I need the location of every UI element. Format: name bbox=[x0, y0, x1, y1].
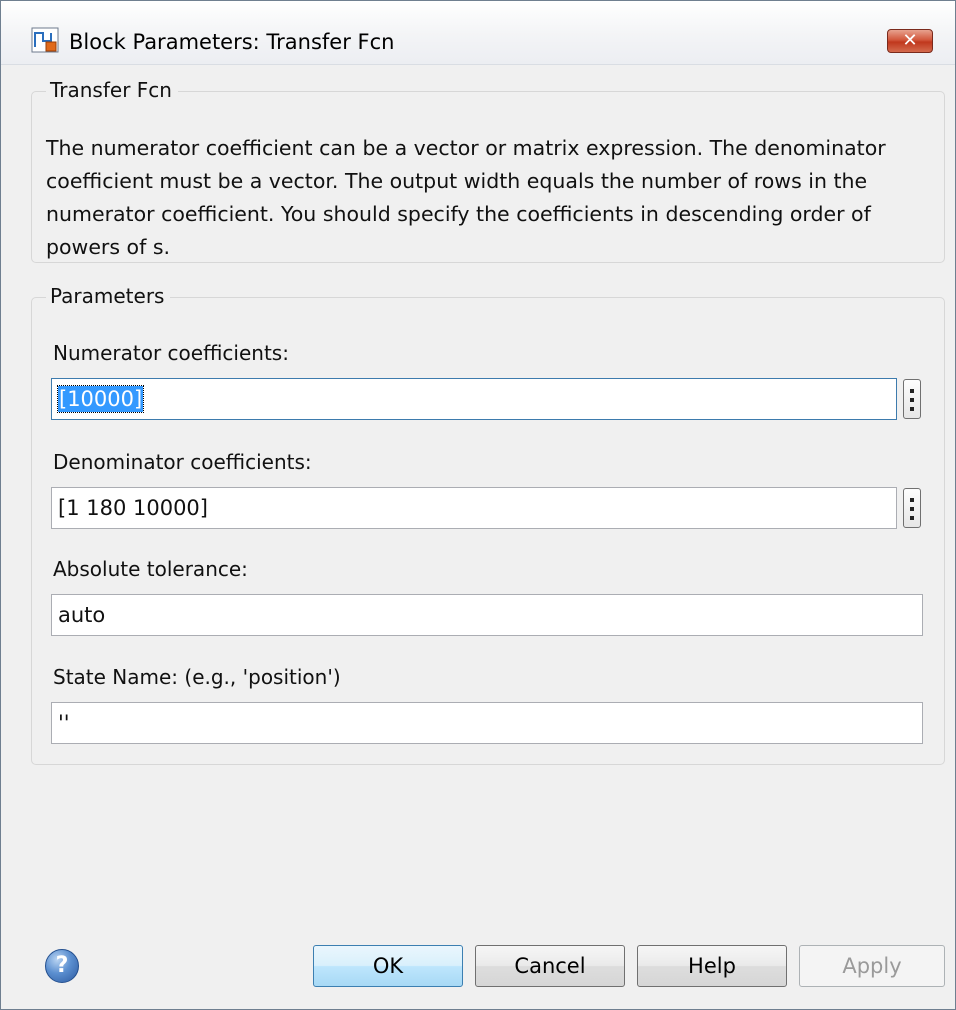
block-group-legend: Transfer Fcn bbox=[46, 78, 178, 102]
numerator-input[interactable]: [10000] bbox=[51, 378, 897, 420]
dialog-window: Block Parameters: Transfer Fcn ✕ Transfe… bbox=[0, 0, 956, 1010]
block-description-group: Transfer Fcn The numerator coefficient c… bbox=[31, 78, 945, 263]
state-name-input[interactable]: '' bbox=[51, 702, 923, 744]
title-bar[interactable]: Block Parameters: Transfer Fcn ✕ bbox=[1, 1, 955, 65]
help-icon[interactable]: ? bbox=[45, 949, 79, 983]
parameters-group: Parameters bbox=[31, 284, 945, 765]
question-circle-icon: ? bbox=[55, 953, 69, 978]
abs-tolerance-input[interactable]: auto bbox=[51, 594, 923, 636]
simulink-block-icon bbox=[31, 27, 59, 53]
window-title: Block Parameters: Transfer Fcn bbox=[69, 30, 395, 54]
block-description: The numerator coefficient can be a vecto… bbox=[46, 136, 886, 259]
denominator-input[interactable]: [1 180 10000] bbox=[51, 487, 897, 529]
denominator-label: Denominator coefficients: bbox=[53, 450, 312, 474]
ok-button[interactable]: OK bbox=[313, 945, 463, 987]
close-icon: ✕ bbox=[902, 30, 918, 51]
numerator-label: Numerator coefficients: bbox=[53, 341, 289, 365]
help-button[interactable]: Help bbox=[637, 945, 787, 987]
cancel-button[interactable]: Cancel bbox=[475, 945, 625, 987]
abs-tolerance-label: Absolute tolerance: bbox=[53, 557, 248, 581]
apply-button[interactable]: Apply bbox=[799, 945, 945, 987]
numerator-more-button[interactable] bbox=[903, 379, 921, 419]
numerator-selected-text: [10000] bbox=[56, 385, 145, 413]
denominator-more-button[interactable] bbox=[903, 488, 921, 528]
state-name-label: State Name: (e.g., 'position') bbox=[53, 665, 341, 689]
close-button[interactable]: ✕ bbox=[887, 29, 933, 53]
parameters-legend: Parameters bbox=[46, 284, 171, 308]
